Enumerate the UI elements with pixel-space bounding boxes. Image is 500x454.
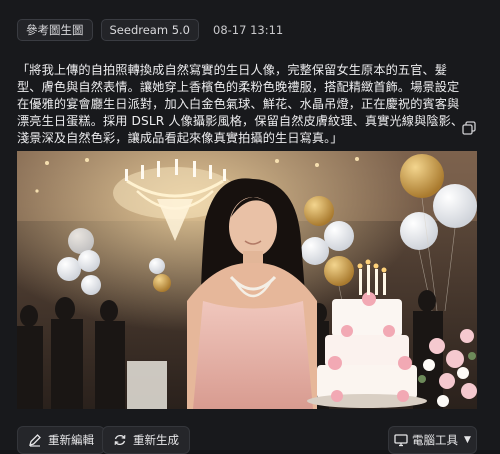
copy-icon[interactable] bbox=[462, 120, 476, 135]
pc-tools-label: 電腦工具 bbox=[412, 433, 459, 447]
monitor-icon bbox=[394, 433, 408, 447]
mode-tag: 參考圖生圖 bbox=[17, 19, 93, 41]
generation-card: 參考圖生圖 Seedream 5.0 08-17 13:11 「將我上傳的自拍照… bbox=[0, 0, 500, 454]
triangle-down-icon: ▼ bbox=[464, 435, 471, 445]
regenerate-label: 重新生成 bbox=[133, 433, 179, 447]
refresh-icon bbox=[113, 433, 127, 447]
model-tag: Seedream 5.0 bbox=[100, 19, 199, 41]
prompt-text: 「將我上傳的自拍照轉換成自然寫實的生日人像，完整保留女生原本的五官、髮型、膚色與… bbox=[17, 63, 464, 145]
action-bar: 重新編輯 重新生成 電腦工具 ▼ bbox=[17, 426, 477, 454]
timestamp: 08-17 13:11 bbox=[213, 23, 284, 37]
pencil-icon bbox=[28, 433, 42, 447]
re-edit-label: 重新編輯 bbox=[48, 433, 94, 447]
generated-image[interactable] bbox=[17, 151, 477, 409]
meta-row: 參考圖生圖 Seedream 5.0 08-17 13:11 bbox=[17, 19, 283, 41]
